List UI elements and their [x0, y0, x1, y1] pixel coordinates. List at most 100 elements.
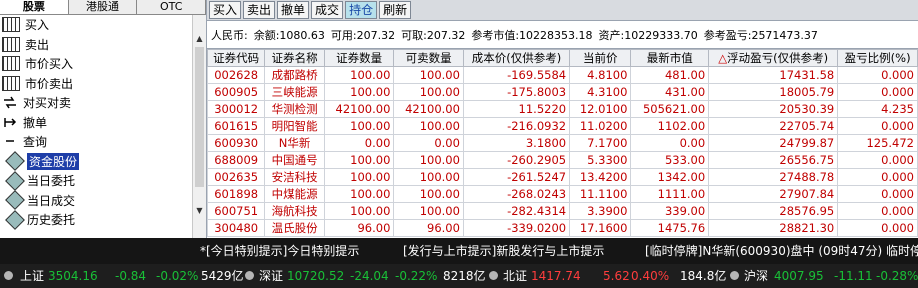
tree-item-today-orders[interactable]: 当日委托 — [0, 170, 192, 191]
cell-code: 601615 — [206, 117, 266, 135]
tree-item-funds-positions[interactable]: 资金股份 — [0, 151, 192, 172]
hs-index-change: -11.11 — [834, 269, 873, 283]
table-row[interactable]: 002635 安洁科技 100.00 100.00 -261.5247 13.4200 13… — [206, 168, 918, 186]
cell-code: 300012 — [206, 100, 266, 118]
table-row[interactable]: 300480 温氏股份 96.00 96.00 -339.0200 17.1600 1475… — [206, 219, 918, 237]
cell-sellable: 100.00 — [393, 151, 464, 169]
col-name[interactable]: 证券名称 — [264, 49, 325, 67]
diamond-icon — [5, 209, 25, 230]
cell-qty: 100.00 — [323, 66, 395, 84]
table-row[interactable]: 300012 华测检测 42100.00 42100.00 11.5220 12.0100… — [206, 100, 918, 118]
positions-body: 002628 成都路桥 100.00 100.00 -169.5584 4.8100 481… — [206, 66, 918, 237]
cell-value: 0.00 — [630, 134, 710, 152]
col-cost[interactable]: 成本价(仅供参考) — [462, 49, 571, 67]
collapse-icon[interactable] — [2, 135, 18, 148]
index-ticker: 上证 3504.16 -0.84 -0.02% 5429亿 深证 10720.5… — [0, 264, 918, 288]
hs-index-value: 4007.95 — [774, 269, 824, 283]
cell-cost: 3.1800 — [462, 134, 571, 152]
bz-index-name: 北证 — [503, 269, 528, 283]
pnl-value: 参考盈亏:2571473.37 — [703, 28, 818, 42]
table-row[interactable]: 601615 明阳智能 100.00 100.00 -216.0932 11.0200 11… — [206, 117, 918, 135]
tree-item-cancel[interactable]: 撤单 — [0, 113, 192, 133]
cell-cost: -169.5584 — [462, 66, 571, 84]
col-pnl-label: 浮动盈亏(仅供参考) — [727, 51, 829, 65]
table-row[interactable]: 002628 成都路桥 100.00 100.00 -169.5584 4.8100 481… — [206, 66, 918, 84]
buy-button[interactable]: 买入 — [209, 1, 242, 19]
cell-qty: 42100.00 — [323, 100, 395, 118]
cell-pnl-pct: 0.000 — [837, 202, 918, 220]
col-pnl-pct[interactable]: 盈亏比例(%) — [837, 49, 918, 67]
cell-price: 7.1700 — [569, 134, 632, 152]
cell-pnl: 28576.95 — [708, 202, 839, 220]
cell-sellable: 0.00 — [393, 134, 464, 152]
currency-label: 人民币: — [211, 28, 248, 42]
main-panel: 买入 卖出 撤单 成交 持仓 刷新 人民币: 余额:1080.63 可用:207… — [206, 0, 918, 238]
cell-value: 1102.00 — [630, 117, 710, 135]
toolbar: 买入 卖出 撤单 成交 持仓 刷新 — [207, 0, 918, 21]
table-row[interactable]: 600905 三峡能源 100.00 100.00 -175.8003 4.3100 431… — [206, 83, 918, 101]
cell-pnl: 17431.58 — [708, 66, 839, 84]
notice-halt[interactable]: [临时停牌]N华新(600930)盘中 (09时47分) 临时停牌 — [645, 238, 918, 264]
cell-pnl: 22705.74 — [708, 117, 839, 135]
col-price[interactable]: 当前价 — [569, 49, 632, 67]
tree-item-history-orders[interactable]: 历史委托 — [0, 209, 192, 230]
cell-qty: 100.00 — [323, 83, 395, 101]
account-summary: 人民币: 余额:1080.63 可用:207.32 可取:207.32 参考市值… — [207, 21, 918, 49]
col-sellable[interactable]: 可卖数量 — [393, 49, 464, 67]
cell-price: 3.3900 — [569, 202, 632, 220]
scroll-thumb[interactable] — [195, 47, 204, 187]
table-row[interactable]: 600751 海航科技 100.00 100.00 -282.4314 3.3900 339… — [206, 202, 918, 220]
tree-item-buy[interactable]: 买入 — [0, 15, 192, 35]
col-code[interactable]: 证券代码 — [206, 49, 266, 67]
col-qty[interactable]: 证券数量 — [323, 49, 395, 67]
tree-item-today-trades[interactable]: 当日成交 — [0, 190, 192, 211]
notice-ipo[interactable]: [发行与上市提示]新股发行与上市提示 — [403, 238, 604, 264]
tree-item-sell[interactable]: 卖出 — [0, 35, 192, 55]
tab-hk-connect[interactable]: 港股通 — [68, 0, 138, 14]
cell-name: 安洁科技 — [264, 168, 325, 186]
tree-item-market-sell[interactable]: 市价卖出 — [0, 74, 192, 94]
tree-item-market-buy[interactable]: 市价买入 — [0, 54, 192, 74]
bz-index-change: 5.62 — [603, 269, 630, 283]
cell-cost: -216.0932 — [462, 117, 571, 135]
bz-index-value: 1417.74 — [531, 269, 581, 283]
tab-stock[interactable]: 股票 — [0, 0, 69, 14]
trades-button[interactable]: 成交 — [311, 1, 344, 19]
col-value[interactable]: 最新市值 — [630, 49, 710, 67]
cell-qty: 100.00 — [323, 202, 395, 220]
bz-index-volume: 184.8亿 — [680, 269, 727, 283]
tab-otc[interactable]: OTC — [137, 0, 207, 14]
market-value: 参考市值:10228353.18 — [471, 28, 593, 42]
table-row[interactable]: 601898 中煤能源 100.00 100.00 -268.0243 11.1100 11… — [206, 185, 918, 203]
positions-button[interactable]: 持仓 — [345, 1, 378, 19]
cell-price: 11.1100 — [569, 185, 632, 203]
table-row[interactable]: 600930 N华新 0.00 0.00 3.1800 7.1700 0.00 24799.8… — [206, 134, 918, 152]
notice-marquee[interactable]: *[今日特别提示]今日特别提示 [发行与上市提示]新股发行与上市提示 [临时停牌… — [0, 238, 918, 264]
tree-scrollbar[interactable]: ▲ ▼ — [192, 15, 206, 238]
cell-pnl: 28821.30 — [708, 219, 839, 237]
refresh-button[interactable]: 刷新 — [379, 1, 412, 19]
cell-pnl: 27488.78 — [708, 168, 839, 186]
table-row[interactable]: 688009 中国通号 100.00 100.00 -260.2905 5.3300 533… — [206, 151, 918, 169]
tree-item-cross-trade[interactable]: 对买对卖 — [0, 93, 192, 113]
table-header-row: 证券代码 证券名称 证券数量 可卖数量 成本价(仅供参考) 当前价 最新市值 △… — [206, 49, 918, 67]
cell-cost: 11.5220 — [462, 100, 571, 118]
grid-icon — [2, 75, 20, 91]
tree-item-label: 当日成交 — [27, 193, 76, 208]
tree-item-query[interactable]: 查询 — [0, 132, 192, 152]
cell-code: 601898 — [206, 185, 266, 203]
tree-item-label: 资金股份 — [27, 152, 80, 170]
cell-qty: 100.00 — [323, 151, 395, 169]
col-pnl[interactable]: △浮动盈亏(仅供参考) — [708, 49, 839, 67]
notice-special[interactable]: *[今日特别提示]今日特别提示 — [200, 238, 359, 264]
cancel-order-button[interactable]: 撤单 — [277, 1, 310, 19]
cell-pnl-pct: 4.235 — [837, 100, 918, 118]
scroll-up-icon[interactable]: ▲ — [194, 33, 205, 44]
sell-button[interactable]: 卖出 — [243, 1, 276, 19]
cell-pnl: 24799.87 — [708, 134, 839, 152]
scroll-down-icon[interactable]: ▼ — [194, 205, 205, 216]
cell-pnl: 18005.79 — [708, 83, 839, 101]
cell-code: 600905 — [206, 83, 266, 101]
cell-price: 4.3100 — [569, 83, 632, 101]
cell-price: 13.4200 — [569, 168, 632, 186]
